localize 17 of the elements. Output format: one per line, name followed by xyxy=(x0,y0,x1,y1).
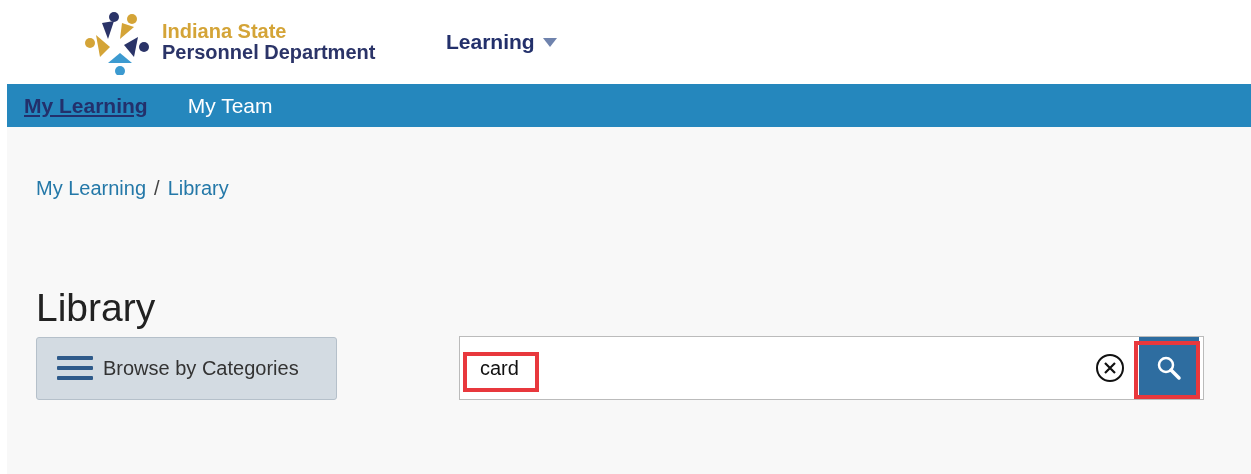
org-name: Personnel Department xyxy=(162,42,377,63)
search-bar[interactable]: card xyxy=(459,336,1204,400)
learning-menu[interactable]: Learning xyxy=(446,30,557,54)
browse-categories-button[interactable]: Browse by Categories xyxy=(36,336,337,400)
page-title: Library xyxy=(36,286,157,330)
breadcrumb-link[interactable]: Library xyxy=(167,177,229,200)
clear-icon[interactable] xyxy=(1095,353,1125,383)
breadcrumb-separator: / xyxy=(154,177,160,200)
menu-icon xyxy=(57,355,93,381)
highlight-box xyxy=(1134,341,1200,399)
org-name: Indiana State xyxy=(162,21,288,42)
search-field[interactable]: card xyxy=(460,355,1095,381)
nav-tab[interactable]: My Team xyxy=(187,93,273,118)
search-icon xyxy=(1156,355,1182,381)
breadcrumb-link[interactable]: My Learning xyxy=(36,177,147,200)
star-people-logo-icon xyxy=(84,9,150,75)
caret-icon xyxy=(542,37,557,47)
